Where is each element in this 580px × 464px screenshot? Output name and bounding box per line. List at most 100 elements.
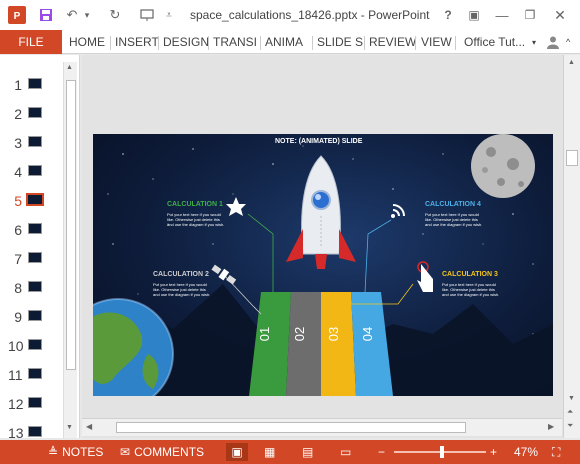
tab-review[interactable]: REVIEW [369,30,416,54]
zoom-level[interactable]: 47% [514,445,538,459]
tab-slide-show[interactable]: SLIDE S [317,30,363,54]
scroll-up-icon[interactable]: ▲ [568,59,575,66]
slide-number: 6 [14,222,22,238]
tab-separator [158,36,159,50]
wifi-icon [391,204,405,218]
tab-design[interactable]: DESIGN [163,30,209,54]
slide-thumbnail-image [28,397,42,408]
restore-icon[interactable]: ❐ [522,5,538,25]
tab-animations[interactable]: ANIMA [265,30,303,54]
slide-thumbnail[interactable]: 9 [0,307,62,327]
slide-thumbnail[interactable]: 2 [0,104,62,124]
normal-view-icon: ▣ [231,445,243,459]
slide-thumbnail-image [26,193,44,206]
connector-4 [364,219,392,293]
reading-view-button[interactable]: ▤ [302,445,313,459]
calc-4-desc: Put your text here if you would like. Ot… [425,212,483,227]
slide-thumbnail[interactable]: 1 [0,75,62,95]
slide-number: 3 [14,135,22,151]
scroll-thumb[interactable] [116,422,466,433]
slide-number: 5 [14,193,22,209]
scroll-left-icon[interactable]: ◀ [86,422,92,431]
slide-sorter-button[interactable]: ▦ [264,445,275,459]
undo-icon[interactable]: ↶ [64,5,80,25]
powerpoint-icon[interactable]: P [6,5,28,25]
satellite-icon [211,264,237,285]
calc-2-title: CALCULATION 2 [153,271,209,278]
earth-icon [93,298,174,396]
close-icon[interactable]: ✕ [552,5,568,25]
present-from-start-icon[interactable] [138,5,156,25]
thumbnails-scrollbar[interactable]: ▲ ▼ [63,62,77,438]
file-tab[interactable]: FILE [0,30,62,54]
slide-sorter-icon: ▦ [264,445,276,459]
slide-thumbnail[interactable]: 6 [0,220,62,240]
calc-1-desc: Put your text here if you would like. Ot… [167,212,225,227]
zoom-out-button[interactable]: − [378,445,385,459]
slide-thumbnail-image [28,281,42,292]
scroll-right-icon[interactable]: ▶ [548,422,554,431]
avatar[interactable] [546,30,560,54]
slide-thumbnail[interactable]: 4 [0,162,62,182]
tab-transitions[interactable]: TRANSI [213,30,257,54]
zoom-slider-thumb[interactable] [440,446,444,458]
slide-show-icon: ▭ [340,445,352,459]
stripe-label: 01 [257,327,272,341]
scroll-thumb[interactable] [566,150,578,166]
redo-icon[interactable]: ↻ [107,5,123,25]
svg-text:P: P [14,11,21,22]
slide-thumbnail[interactable]: 7 [0,249,62,269]
slide-thumbnail[interactable]: 10 [0,336,62,356]
comments-button[interactable]: ✉ COMMENTS [120,445,204,459]
slide-number: 11 [8,367,23,383]
slide-thumbnail[interactable]: 11 [0,365,62,385]
slide-number: 10 [8,338,24,354]
tab-home[interactable]: HOME [69,30,105,54]
normal-view-button[interactable]: ▣ [226,443,248,461]
calc-1-title: CALCULATION 1 [167,201,223,208]
fit-slide-button[interactable]: ⛶ [552,445,560,460]
tab-insert[interactable]: INSERT [115,30,159,54]
scroll-thumb[interactable] [66,80,76,370]
tab-view[interactable]: VIEW [421,30,452,54]
scroll-up-icon[interactable]: ▲ [66,64,73,71]
zoom-slider-track[interactable] [394,446,486,458]
zoom-in-button[interactable]: + [490,445,497,459]
notes-button[interactable]: ≜ NOTES [48,445,103,459]
slide-thumbnail[interactable]: 8 [0,278,62,298]
next-slide-icon[interactable]: ⏷ [567,421,573,431]
slide-background: 01 02 03 04 [93,134,553,396]
scroll-down-icon[interactable]: ▼ [66,424,73,431]
slide-number: 4 [14,164,22,180]
slide-thumbnail[interactable]: 12 [0,394,62,414]
rocket-icon [286,155,356,269]
account-dropdown-icon[interactable]: ▾ [532,30,536,54]
slide-show-button[interactable]: ▭ [340,445,351,459]
account-name[interactable]: Office Tut... [464,30,525,54]
slide-thumbnail[interactable]: 5 [0,191,62,211]
slide-thumbnail[interactable]: 3 [0,133,62,153]
plus-icon: + [490,445,498,459]
stripe-02 [286,292,321,396]
slide-thumbnail-image [28,136,42,147]
editor-vertical-scrollbar[interactable]: ▲ ▼ ⏶ ⏷ [563,55,580,438]
minimize-icon[interactable]: — [494,5,510,25]
collapse-ribbon-icon[interactable]: ^ [566,30,570,54]
editor-horizontal-scrollbar[interactable]: ◀ ▶ [82,418,562,436]
slide-number: 13 [8,425,24,441]
previous-slide-icon[interactable]: ⏶ [567,407,573,417]
status-bar: ≜ NOTES ✉ COMMENTS ▣ ▦ ▤ ▭ − + 47% ⛶ [0,440,580,464]
tab-separator [260,36,261,50]
ribbon-tabs: FILE HOME INSERT DESIGN TRANSI ANIMA SLI… [0,30,580,54]
chevron-down-icon[interactable]: ▾ [82,5,92,25]
fit-to-window-icon: ⛶ [552,445,561,459]
slide-canvas[interactable]: 01 02 03 04 NOTE: (ANIMATED) SLIDE CALCU… [93,134,553,396]
help-icon[interactable]: ? [440,5,456,25]
scroll-down-icon[interactable]: ▼ [568,395,575,402]
save-icon[interactable] [36,5,56,25]
ribbon-display-icon[interactable]: ▣ [466,5,482,25]
calc-3-title: CALCULATION 3 [442,271,498,278]
calc-4-title: CALCULATION 4 [425,201,481,208]
slide-editor: 01 02 03 04 NOTE: (ANIMATED) SLIDE CALCU… [82,55,580,438]
customize-qat-icon[interactable]: ⩡ [162,5,176,25]
